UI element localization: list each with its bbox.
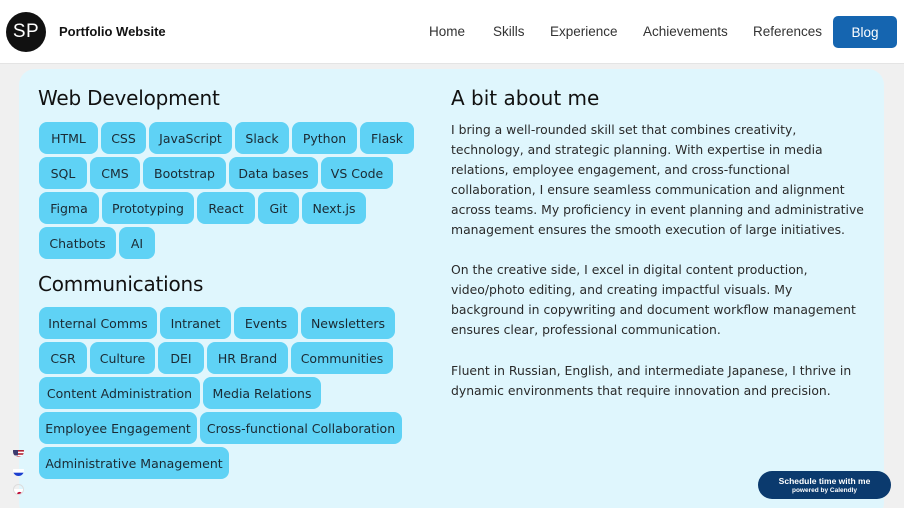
skill-tag: Prototyping bbox=[102, 192, 194, 224]
skill-tag: Administrative Management bbox=[39, 447, 229, 479]
skill-tag: Cross-functional Collaboration bbox=[200, 412, 402, 444]
main-nav: Home Skills Experience Achievements Refe… bbox=[0, 0, 904, 64]
skill-tag: Media Relations bbox=[203, 377, 321, 409]
nav-achievements[interactable]: Achievements bbox=[643, 24, 728, 39]
russia-flag-icon[interactable] bbox=[13, 465, 24, 476]
skill-tag: Events bbox=[234, 307, 298, 339]
nav-skills[interactable]: Skills bbox=[493, 24, 525, 39]
skill-tag: CMS bbox=[90, 157, 140, 189]
about-paragraph: I bring a well-rounded skill set that co… bbox=[451, 122, 864, 237]
skill-tag: Newsletters bbox=[301, 307, 395, 339]
skill-tag: VS Code bbox=[321, 157, 393, 189]
skill-tag: HTML bbox=[39, 122, 98, 154]
skill-tag: React bbox=[197, 192, 255, 224]
skill-tag: Communities bbox=[291, 342, 393, 374]
blog-button[interactable]: Blog bbox=[833, 16, 897, 48]
skill-tag: Employee Engagement bbox=[39, 412, 197, 444]
skill-tag: SQL bbox=[39, 157, 87, 189]
calendly-label: Schedule time with me bbox=[778, 475, 871, 486]
web-development-title: Web Development bbox=[38, 86, 220, 110]
japan-flag-icon[interactable] bbox=[13, 484, 24, 495]
site-header: SP Portfolio Website Home Skills Experie… bbox=[0, 0, 904, 64]
skill-tag: HR Brand bbox=[207, 342, 288, 374]
communications-title: Communications bbox=[38, 272, 204, 296]
skill-tag: Chatbots bbox=[39, 227, 116, 259]
skill-tag: Content Administration bbox=[39, 377, 200, 409]
skill-tag: Internal Comms bbox=[39, 307, 157, 339]
us-flag-icon[interactable] bbox=[13, 446, 24, 457]
skill-tag: JavaScript bbox=[149, 122, 232, 154]
nav-home[interactable]: Home bbox=[429, 24, 465, 39]
calendly-schedule-button[interactable]: Schedule time with me powered by Calendl… bbox=[758, 471, 891, 499]
about-paragraph: On the creative side, I excel in digital… bbox=[451, 262, 856, 337]
skill-tag: Git bbox=[258, 192, 299, 224]
skill-tag: Bootstrap bbox=[143, 157, 226, 189]
skill-tag: CSR bbox=[39, 342, 87, 374]
skill-tag: AI bbox=[119, 227, 155, 259]
about-title: A bit about me bbox=[451, 86, 600, 110]
nav-experience[interactable]: Experience bbox=[550, 24, 618, 39]
skill-tag: Intranet bbox=[160, 307, 231, 339]
skill-tag: Next.js bbox=[302, 192, 366, 224]
about-paragraph: Fluent in Russian, English, and intermed… bbox=[451, 363, 852, 398]
skill-tag: Slack bbox=[235, 122, 289, 154]
nav-references[interactable]: References bbox=[753, 24, 822, 39]
skill-tag: Flask bbox=[360, 122, 414, 154]
skill-tag: DEI bbox=[158, 342, 204, 374]
calendly-sublabel: powered by Calendly bbox=[791, 486, 858, 494]
skill-tag: CSS bbox=[101, 122, 146, 154]
skill-tag: Figma bbox=[39, 192, 99, 224]
skill-tag: Python bbox=[292, 122, 357, 154]
skill-tag: Data bases bbox=[229, 157, 318, 189]
skill-tag: Culture bbox=[90, 342, 155, 374]
